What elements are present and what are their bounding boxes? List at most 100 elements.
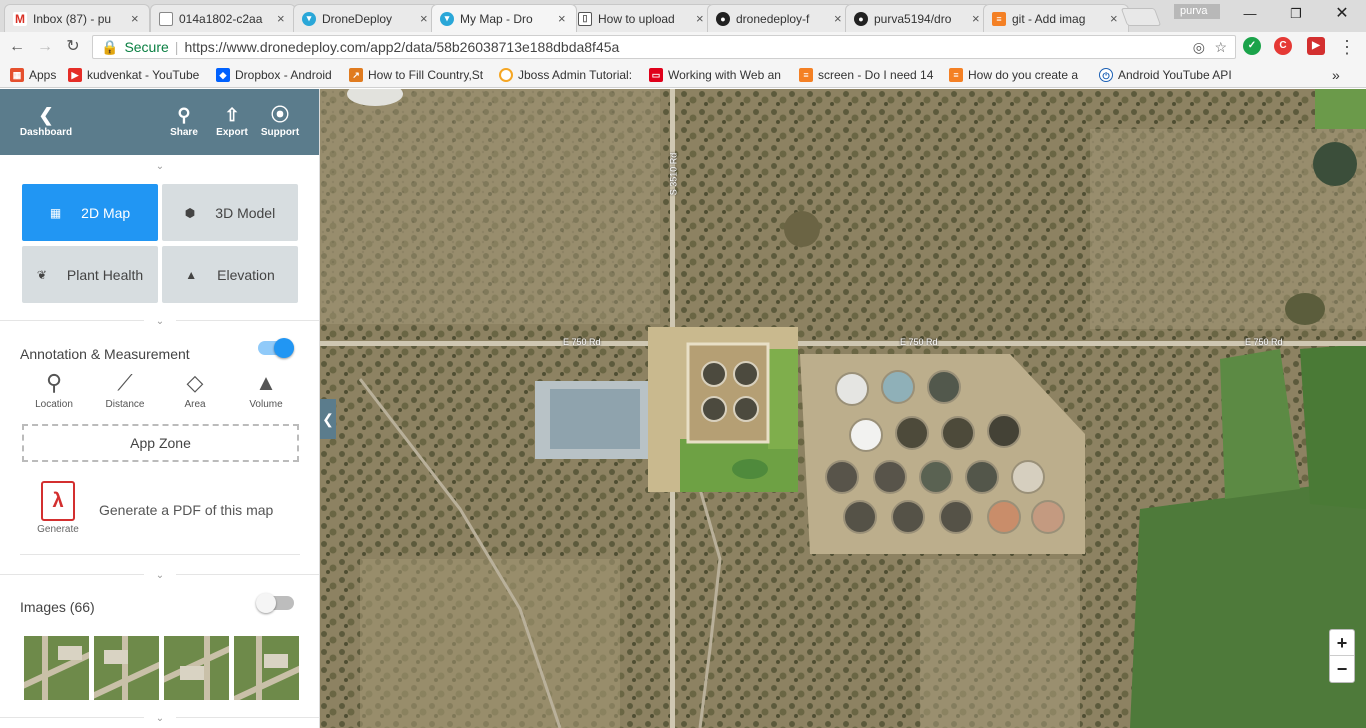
image-thumbnail[interactable] <box>234 636 299 700</box>
browser-tab[interactable]: ● purva5194/dro × <box>845 4 991 32</box>
road-label: E 750 Rd <box>1245 337 1283 347</box>
close-icon[interactable]: × <box>420 11 430 26</box>
sidebar-header: ❮ Dashboard ⚲ Share ⇧ Export ⦿ Support <box>0 89 319 155</box>
chevron-down-icon[interactable]: ⌄ <box>144 714 176 724</box>
dashboard-button[interactable]: ❮ Dashboard <box>16 103 76 138</box>
dronedeploy-icon: ▾ <box>302 11 316 26</box>
jboss-icon <box>499 68 513 82</box>
volume-tool[interactable]: ▲ Volume <box>236 367 296 410</box>
chevron-down-icon[interactable]: ⌄ <box>144 162 176 172</box>
youtube-icon: ▶ <box>68 68 82 82</box>
browser-tab[interactable]: 014a1802-c2aa × <box>150 4 296 32</box>
zoom-control: + − <box>1329 629 1355 683</box>
sidebar-panel: ❮ Dashboard ⚲ Share ⇧ Export ⦿ Support ⌄… <box>0 89 320 728</box>
stackoverflow-icon: ≡ <box>799 68 813 82</box>
more-bookmarks-icon[interactable]: » <box>1332 66 1340 84</box>
extension-icon[interactable]: ✓ <box>1243 37 1261 55</box>
close-icon[interactable]: × <box>972 11 982 26</box>
close-icon[interactable]: × <box>834 11 844 26</box>
bookmark-item[interactable]: ▦ Apps <box>10 66 56 84</box>
share-icon: ⚲ <box>177 105 191 125</box>
forward-icon[interactable]: → <box>36 38 54 56</box>
export-button[interactable]: ⇧ Export <box>212 103 252 138</box>
image-thumbnail[interactable] <box>24 636 89 700</box>
bookmark-item[interactable]: ▶ kudvenkat - YouTube <box>68 66 206 84</box>
export-icon: ⇧ <box>224 105 240 125</box>
back-icon[interactable]: ← <box>8 38 26 56</box>
images-toggle[interactable] <box>256 593 294 613</box>
zoom-in-button[interactable]: + <box>1330 630 1354 656</box>
browser-tab-active[interactable]: ▾ My Map - Dro × <box>431 4 577 32</box>
bookmark-item[interactable]: ↗ How to Fill Country,St <box>349 66 487 84</box>
extension-icon[interactable]: C <box>1274 37 1292 55</box>
star-icon[interactable]: ☆ <box>1214 36 1227 58</box>
browser-tab[interactable]: ▯ How to upload × <box>569 4 715 32</box>
collapse-sidebar-button[interactable]: ❮ <box>320 399 336 439</box>
restore-button[interactable]: ❐ <box>1276 3 1316 25</box>
bookmark-item[interactable]: ▭ Working with Web an <box>649 66 785 84</box>
close-window-button[interactable]: ✕ <box>1322 3 1362 25</box>
tab-plant-health[interactable]: ❦ Plant Health <box>22 246 158 303</box>
minimize-button[interactable]: — <box>1230 3 1270 25</box>
bookmark-item[interactable]: ◆ Dropbox - Android <box>216 66 340 84</box>
url-text: https://www.dronedeploy.com/app2/data/58… <box>184 39 620 55</box>
extension-icon[interactable]: ▶ <box>1307 37 1325 55</box>
generate-pdf-button[interactable]: λ Generate <box>30 481 86 535</box>
bookmark-item[interactable]: ≡ screen - Do I need 14 <box>799 66 935 84</box>
browser-tab[interactable]: ▾ DroneDeploy × <box>293 4 439 32</box>
map-view[interactable]: E 750 Rd E 750 Rd E 750 Rd S 3510 Rd ❮ +… <box>320 89 1366 728</box>
tab-3d-model[interactable]: ⬢ 3D Model <box>162 184 298 241</box>
distance-tool[interactable]: ⟋ Distance <box>95 367 155 410</box>
bookmark-item[interactable]: Jboss Admin Tutorial: <box>499 66 635 84</box>
volume-cone-icon: ▲ <box>255 370 277 395</box>
road-label: S 3510 Rd <box>668 152 679 196</box>
chevron-down-icon[interactable]: ⌄ <box>144 317 176 327</box>
dropbox-icon: ◆ <box>216 68 230 82</box>
tab-title: git - Add imag <box>1012 11 1086 26</box>
tab-title: 014a1802-c2aa <box>179 11 263 26</box>
lifebuoy-icon: ⦿ <box>271 105 289 125</box>
chevron-down-icon[interactable]: ⌄ <box>144 571 176 581</box>
location-target-icon[interactable]: ◎ <box>1193 36 1205 58</box>
close-icon[interactable]: × <box>277 11 287 26</box>
bookmarks-bar: ▦ Apps ▶ kudvenkat - YouTube ◆ Dropbox -… <box>0 62 1366 88</box>
support-button[interactable]: ⦿ Support <box>258 103 302 138</box>
zoom-out-button[interactable]: − <box>1330 656 1354 682</box>
ruler-line-icon: ⟋ <box>117 370 133 395</box>
browser-tab[interactable]: ● dronedeploy-f × <box>707 4 853 32</box>
close-icon[interactable]: × <box>1110 11 1120 26</box>
image-thumbnail[interactable] <box>94 636 159 700</box>
area-tool[interactable]: ◇ Area <box>165 367 225 410</box>
profile-button[interactable]: purva <box>1174 4 1220 19</box>
app-zone-button[interactable]: App Zone <box>22 424 299 462</box>
browser-tab[interactable]: M Inbox (87) - pu × <box>4 4 150 32</box>
stackoverflow-icon: ≡ <box>949 68 963 82</box>
doc-icon <box>159 11 173 26</box>
chevron-left-icon: ❮ <box>38 105 54 125</box>
cube-icon: ⬢ <box>184 205 196 220</box>
chevron-left-icon: ❮ <box>322 411 334 427</box>
share-button[interactable]: ⚲ Share <box>166 103 202 138</box>
image-thumbnail[interactable] <box>164 636 229 700</box>
menu-kebab-icon[interactable]: ⋮ <box>1338 38 1356 56</box>
new-tab-button[interactable] <box>1120 8 1162 26</box>
location-tool[interactable]: ⚲ Location <box>24 367 84 410</box>
close-icon[interactable]: × <box>696 11 706 26</box>
apps-grid-icon: ▦ <box>10 68 24 82</box>
browser-tab[interactable]: ≡ git - Add imag × <box>983 4 1129 32</box>
url-bar[interactable]: 🔒 Secure | https://www.dronedeploy.com/a… <box>92 35 1236 59</box>
satellite-map <box>320 89 1366 728</box>
bookmark-item[interactable]: ≡ How do you create a <box>949 66 1087 84</box>
tab-elevation[interactable]: ▲ Elevation <box>162 246 298 303</box>
tab-title: purva5194/dro <box>874 11 952 26</box>
power-icon: ⏻ <box>1099 68 1113 82</box>
tab-2d-map[interactable]: ▦ 2D Map <box>22 184 158 241</box>
close-icon[interactable]: × <box>131 11 141 26</box>
bookmark-item[interactable]: ⏻ Android YouTube API <box>1099 66 1233 84</box>
stackoverflow-icon: ≡ <box>992 11 1006 26</box>
gmail-icon: M <box>13 11 27 26</box>
close-icon[interactable]: × <box>558 11 568 26</box>
annotation-toggle[interactable] <box>258 338 294 358</box>
bookmark-arrow-icon: ↗ <box>349 68 363 82</box>
reload-icon[interactable]: ↻ <box>64 38 82 56</box>
